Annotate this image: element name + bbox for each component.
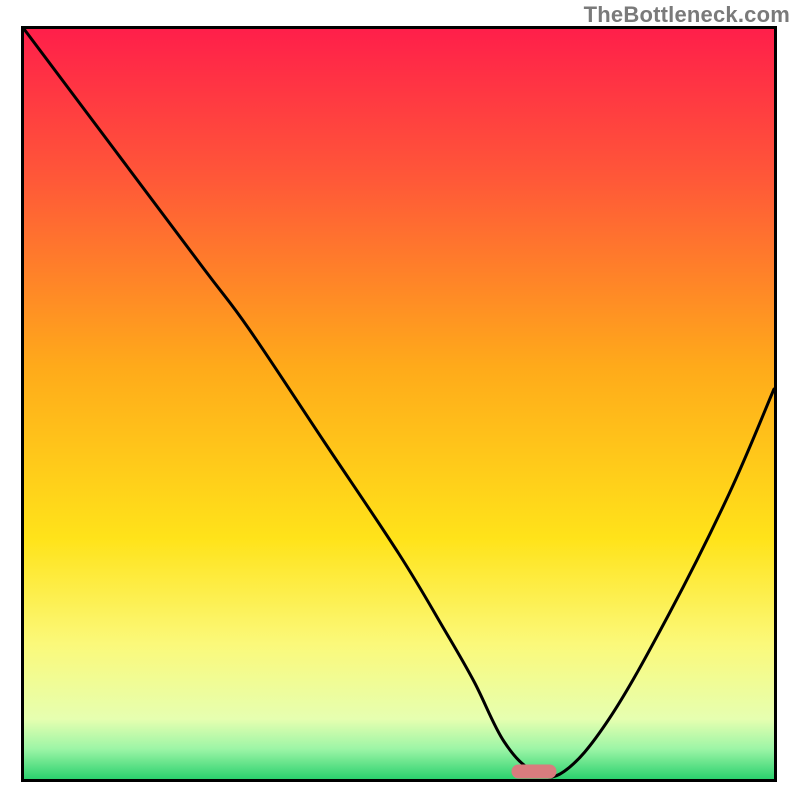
plot-frame: [21, 26, 777, 782]
watermark-text: TheBottleneck.com: [584, 2, 790, 28]
chart-container: TheBottleneck.com: [0, 0, 800, 800]
plot-svg: [24, 29, 774, 779]
optimal-marker: [512, 765, 557, 779]
chart-background: [24, 29, 774, 779]
